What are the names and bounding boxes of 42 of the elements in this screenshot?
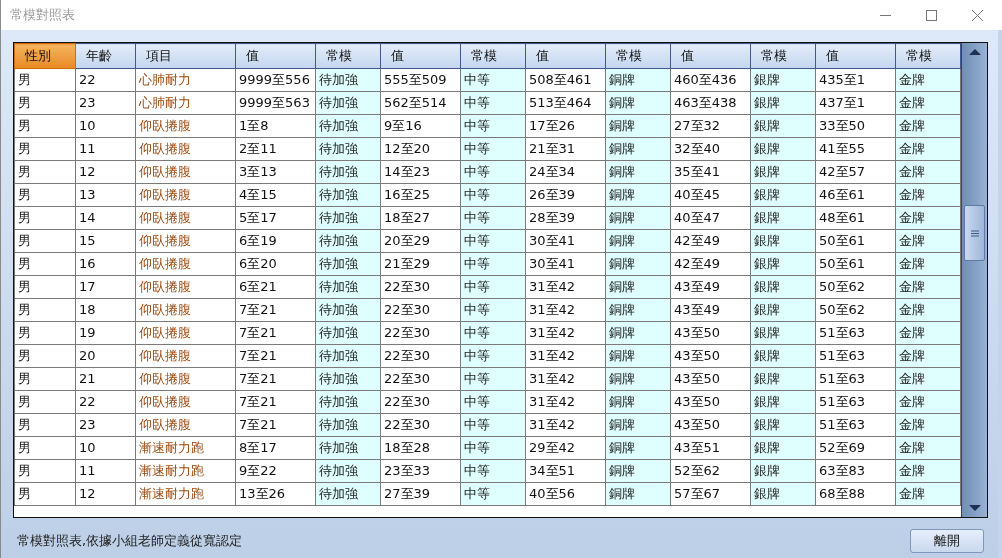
column-header[interactable]: 常模 [750,43,816,69]
column-header[interactable]: 值 [380,43,461,69]
table-cell: 男 [14,252,76,276]
table-cell: 男 [14,137,76,161]
scroll-down-icon[interactable] [968,505,981,511]
table-cell: 男 [14,436,76,460]
table-cell: 男 [14,91,76,115]
grip-icon [970,229,979,237]
column-header[interactable]: 常模 [895,43,961,69]
scrollbar-thumb[interactable] [964,205,985,261]
table-cell: 男 [14,482,76,506]
table-cell: 男 [14,114,76,138]
table-cell: 男 [14,344,76,368]
column-header[interactable]: 值 [525,43,606,69]
column-header[interactable]: 常模 [315,43,381,69]
table-cell: 男 [14,275,76,299]
table-cell: 男 [14,160,76,184]
scroll-up-icon[interactable] [968,49,981,55]
column-header[interactable]: 性別 [14,43,76,69]
column-header[interactable]: 值 [235,43,316,69]
status-text: 常模對照表,依據小組老師定義從寬認定 [17,532,243,551]
table-cell: 男 [14,206,76,230]
table-cell: 男 [14,390,76,414]
column-header[interactable]: 常模 [460,43,526,69]
table-cell: 男 [14,367,76,391]
table-cell: 男 [14,68,76,92]
table-cell: 男 [14,321,76,345]
scrollbar[interactable] [961,43,987,517]
table-cell: 男 [14,298,76,322]
column-header[interactable]: 值 [815,43,896,69]
column-header[interactable]: 年齡 [75,43,136,69]
table-cell: 男 [14,413,76,437]
table-cell: 男 [14,459,76,483]
window-title: 常模對照表 [9,6,75,25]
close-icon [971,9,983,21]
column-header[interactable]: 常模 [605,43,671,69]
table-cell: 男 [14,183,76,207]
table-cell: 男 [14,229,76,253]
exit-button[interactable]: 離開 [910,529,984,553]
column-header[interactable]: 值 [670,43,751,69]
maximize-icon [925,9,937,21]
column-header[interactable]: 項目 [135,43,236,69]
